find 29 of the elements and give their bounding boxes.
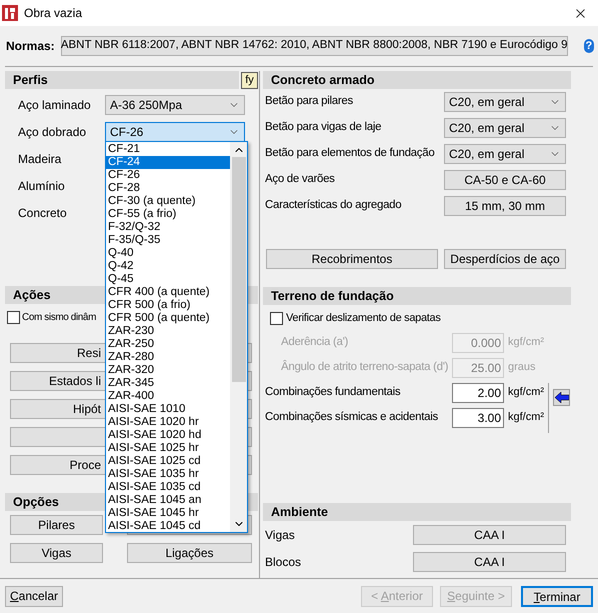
field-label: Betão para elementos de fundação <box>265 146 434 162</box>
normas-field: ABNT NBR 6118:2007, ABNT NBR 14762: 2010, ABNT NBR 8800:2008, NBR 7190 e Eurocódigo 9 <box>60 36 568 56</box>
normas-label: Normas: <box>6 38 55 55</box>
unit-label: graus <box>507 360 537 376</box>
perfis-header: Perfis <box>5 71 239 89</box>
field-label: Aço de varões <box>265 172 335 188</box>
field-label: Ângulo de atrito terreno-sapata (d') <box>281 359 450 375</box>
unit-label: kgf/cm² <box>507 410 546 426</box>
field-label: Aderência (a') <box>281 334 350 350</box>
field-label: Aço laminado <box>18 96 92 114</box>
field-label: Características do agregado <box>265 198 402 214</box>
unit-label: kgf/cm² <box>507 385 546 400</box>
terreno-header: Terreno de fundação <box>263 287 571 305</box>
field-label: Aço dobrado <box>18 124 88 140</box>
field-label: Madeira <box>18 150 62 168</box>
checkbox-label: Com sismo dinâm <box>22 311 96 325</box>
concreto-armado-header: Concreto armado <box>263 71 571 89</box>
field-label: Combinações sísmicas e acidentais <box>265 410 439 425</box>
window-title: Obra vazia <box>24 5 82 22</box>
field-label: Alumínio <box>18 178 66 194</box>
checkbox-label: Verificar deslizamento de sapatas <box>286 311 441 326</box>
field-label: Combinações fundamentais <box>265 384 402 400</box>
unit-label: kgf/cm² <box>507 335 546 350</box>
ambiente-header: Ambiente <box>263 502 571 520</box>
field-label: Blocos <box>265 554 302 570</box>
field-label: Vigas <box>265 526 295 544</box>
field-label: Betão para vigas de laje <box>265 120 382 136</box>
field-label: Concreto <box>18 204 68 222</box>
field-label: Betão para pilares <box>265 94 353 110</box>
